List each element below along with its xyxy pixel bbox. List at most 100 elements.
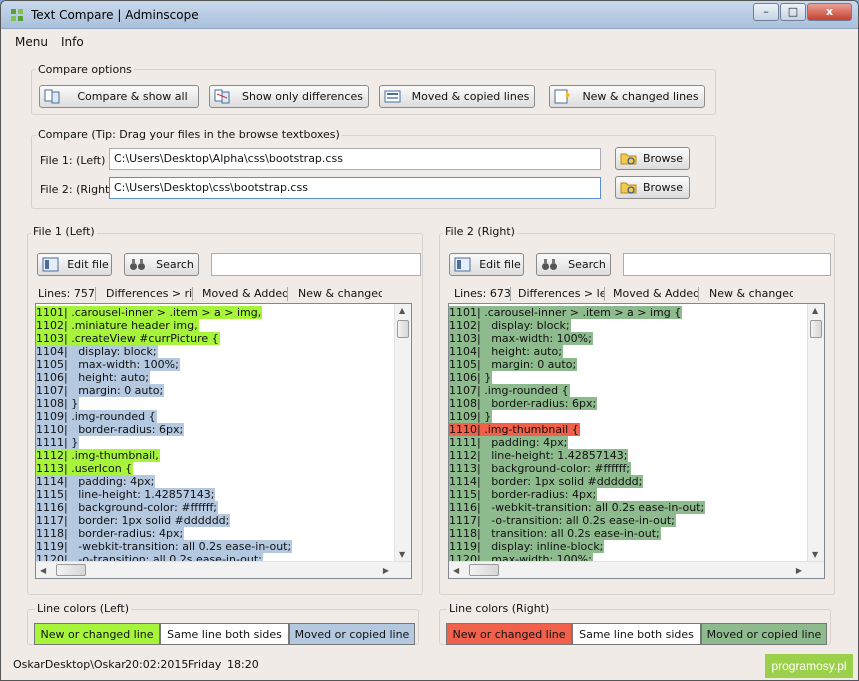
code-line: 1110| .img-thumbnail { <box>449 423 705 436</box>
code-line: 1118| border-radius: 4px; <box>36 527 292 540</box>
new-lines-icon <box>554 89 570 104</box>
left-search-button[interactable]: Search <box>124 253 199 276</box>
code-line-text: 1105| margin: 0 auto; <box>449 358 578 371</box>
menu-bar: Menu Info <box>1 31 858 53</box>
title-bar[interactable]: Text Compare | Adminscope – □ x <box>1 1 858 29</box>
code-line: 1119| -webkit-transition: all 0.2s ease-… <box>36 540 293 553</box>
code-line-text: 1114| border: 1px solid #dddddd; <box>449 475 644 488</box>
code-line-text: 1107| .img-rounded { <box>449 384 570 397</box>
file2-label: File 2: (Right) <box>40 183 114 196</box>
code-line-text: 1113| .userIcon { <box>36 462 134 475</box>
folder-icon <box>620 153 637 165</box>
code-line: 1101| .carousel-inner > .item > a > img … <box>449 306 705 319</box>
show-only-differences-button[interactable]: Show only differences <box>209 85 369 108</box>
status-time: 18:20 <box>227 658 259 671</box>
scroll-right-icon[interactable]: ▶ <box>383 566 389 575</box>
code-line: 1113| background-color: #ffffff; <box>449 462 705 475</box>
left-horizontal-scrollbar[interactable]: ◀ ▶ <box>36 561 411 578</box>
right-legend-title: Line colors (Right) <box>447 602 552 615</box>
left-vscroll-thumb[interactable] <box>397 320 409 338</box>
scroll-left-icon[interactable]: ◀ <box>40 566 46 575</box>
file2-path-input[interactable]: C:\Users\Desktop\css\bootstrap.css <box>109 177 601 199</box>
scroll-up-icon[interactable]: ▲ <box>812 306 818 315</box>
new-changed-lines-button[interactable]: New & changed lines <box>549 85 705 108</box>
minimize-button[interactable]: – <box>753 3 779 21</box>
right-search-input[interactable] <box>623 253 831 276</box>
watermark-logo: programosy.pl <box>765 654 853 678</box>
code-line: 1106| } <box>449 371 705 384</box>
moved-lines-icon <box>384 90 401 103</box>
right-legend-moved: Moved or copied line <box>701 623 827 645</box>
left-file-label: File 1 (Left) <box>31 225 97 238</box>
code-line-text: 1112| line-height: 1.42857143; <box>449 449 629 462</box>
code-line-text: 1114| padding: 4px; <box>36 475 156 488</box>
code-line: 1104| display: block; <box>36 345 292 358</box>
right-edit-file-button[interactable]: Edit file <box>449 253 524 276</box>
right-code-view[interactable]: 1101| .carousel-inner > .item > a > img … <box>448 303 825 579</box>
maximize-button[interactable]: □ <box>780 3 806 21</box>
code-line-text: 1106| } <box>449 371 493 384</box>
code-line-text: 1109| .img-rounded { <box>36 410 157 423</box>
app-logo-icon <box>11 9 23 21</box>
scroll-left-icon[interactable]: ◀ <box>453 566 459 575</box>
code-line: 1117| -o-transition: all 0.2s ease-in-ou… <box>449 514 705 527</box>
right-vscroll-thumb[interactable] <box>810 320 822 338</box>
left-legend-title: Line colors (Left) <box>35 602 132 615</box>
code-line-text: 1112| .img-thumbnail, <box>36 449 160 462</box>
code-line: 1114| padding: 4px; <box>36 475 292 488</box>
code-line: 1111| padding: 4px; <box>449 436 705 449</box>
code-line-text: 1104| display: block; <box>36 345 158 358</box>
menu-item-info[interactable]: Info <box>61 35 84 49</box>
left-moved-added-count: Moved & Added <box>202 287 288 301</box>
left-legend-moved: Moved or copied line <box>289 623 415 645</box>
right-vertical-scrollbar[interactable]: ▲ ▼ <box>807 304 824 561</box>
left-hscroll-thumb[interactable] <box>56 564 86 576</box>
right-hscroll-thumb[interactable] <box>469 564 499 576</box>
moved-copied-lines-button[interactable]: Moved & copied lines <box>379 85 535 108</box>
left-search-input[interactable] <box>211 253 421 276</box>
code-line-text: 1103| .createView #currPicture { <box>36 332 220 345</box>
scroll-down-icon[interactable]: ▼ <box>812 550 818 559</box>
code-line-text: 1110| .img-thumbnail { <box>449 423 580 436</box>
scroll-down-icon[interactable]: ▼ <box>399 550 405 559</box>
code-line-text: 1104| height: auto; <box>449 345 563 358</box>
edit-file-icon <box>42 257 59 272</box>
left-new-changed-count: New & changed l <box>298 287 382 300</box>
binoculars-icon <box>130 259 145 270</box>
code-line: 1115| border-radius: 4px; <box>449 488 705 501</box>
code-line: 1107| .img-rounded { <box>449 384 705 397</box>
right-lines-count: Lines: 6739 <box>454 287 511 301</box>
code-line: 1119| display: inline-block; <box>449 540 705 553</box>
code-line: 1106| height: auto; <box>36 371 292 384</box>
compare-show-all-button[interactable]: Compare & show all <box>39 85 199 108</box>
code-line-text: 1109| } <box>449 410 493 423</box>
file1-path-input[interactable]: C:\Users\Desktop\Alpha\css\bootstrap.css <box>109 148 601 170</box>
code-line-text: 1116| -webkit-transition: all 0.2s ease-… <box>449 501 706 514</box>
close-button[interactable]: x <box>807 3 852 21</box>
code-line: 1111| } <box>36 436 292 449</box>
right-new-changed-count: New & changed l <box>709 287 793 300</box>
scroll-right-icon[interactable]: ▶ <box>796 566 802 575</box>
code-line: 1109| .img-rounded { <box>36 410 292 423</box>
code-line-text: 1115| border-radius: 4px; <box>449 488 598 501</box>
code-line: 1103| .createView #currPicture { <box>36 332 292 345</box>
right-horizontal-scrollbar[interactable]: ◀ ▶ <box>449 561 824 578</box>
compare-label: Compare (Tip: Drag your files in the bro… <box>36 128 342 141</box>
left-code-view[interactable]: 1101| .carousel-inner > .item > a > img,… <box>35 303 412 579</box>
code-line: 1115| line-height: 1.42857143; <box>36 488 292 501</box>
code-line-text: 1108| } <box>36 397 80 410</box>
code-line-text: 1113| background-color: #ffffff; <box>449 462 631 475</box>
browse-file1-button[interactable]: Browse <box>615 147 690 170</box>
left-vertical-scrollbar[interactable]: ▲ ▼ <box>394 304 411 561</box>
maximize-icon: □ <box>787 5 799 18</box>
status-date: 20:02:2015 <box>125 658 189 671</box>
binoculars-icon <box>542 259 557 270</box>
code-line-text: 1105| max-width: 100%; <box>36 358 180 371</box>
left-edit-file-button[interactable]: Edit file <box>37 253 112 276</box>
menu-item-menu[interactable]: Menu <box>15 35 48 49</box>
code-line-text: 1102| display: block; <box>449 319 571 332</box>
status-user: OskarDesktop\Oskar <box>13 658 126 671</box>
browse-file2-button[interactable]: Browse <box>615 176 690 199</box>
right-search-button[interactable]: Search <box>536 253 611 276</box>
scroll-up-icon[interactable]: ▲ <box>399 306 405 315</box>
